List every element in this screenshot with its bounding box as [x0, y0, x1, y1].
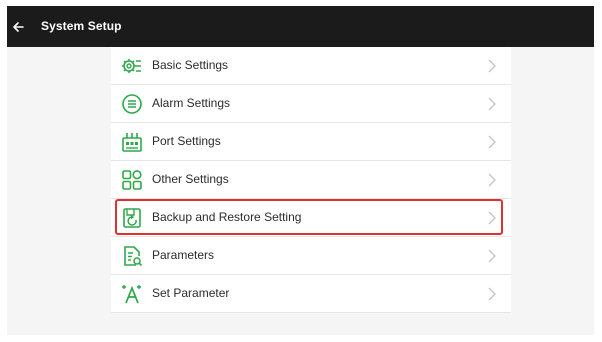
- menu-item-other-settings[interactable]: Other Settings: [111, 161, 511, 199]
- menu-item-label: Alarm Settings: [152, 96, 231, 110]
- magic-wand-icon: [121, 283, 143, 305]
- document-parameters-icon: [121, 245, 143, 267]
- menu-item-set-parameter[interactable]: Set Parameter: [111, 275, 511, 313]
- menu-item-label: Set Parameter: [152, 286, 230, 300]
- settings-menu: Basic Settings Alarm Settings Port Setti…: [111, 47, 511, 313]
- chevron-right-icon: [487, 59, 497, 73]
- menu-item-alarm-settings[interactable]: Alarm Settings: [111, 85, 511, 123]
- content-area: Basic Settings Alarm Settings Port Setti…: [7, 47, 594, 335]
- alarm-list-icon: [121, 93, 143, 115]
- back-button[interactable]: [7, 6, 29, 47]
- chevron-right-icon: [487, 287, 497, 301]
- menu-item-label: Other Settings: [152, 172, 229, 186]
- chevron-right-icon: [487, 211, 497, 225]
- backup-restore-icon: [121, 207, 143, 229]
- menu-item-label: Basic Settings: [152, 58, 229, 72]
- arrow-left-icon: [13, 21, 24, 32]
- grid-apps-icon: [121, 169, 143, 191]
- menu-item-parameters[interactable]: Parameters: [111, 237, 511, 275]
- app-header: System Setup: [7, 6, 594, 47]
- gear-settings-icon: [121, 55, 143, 77]
- chevron-right-icon: [487, 173, 497, 187]
- menu-item-port-settings[interactable]: Port Settings: [111, 123, 511, 161]
- menu-item-label: Parameters: [152, 248, 215, 262]
- port-icon: [121, 131, 143, 153]
- menu-item-backup-restore[interactable]: Backup and Restore Setting: [111, 199, 511, 237]
- page-title: System Setup: [41, 19, 122, 33]
- menu-item-label: Backup and Restore Setting: [152, 210, 302, 224]
- chevron-right-icon: [487, 249, 497, 263]
- menu-item-basic-settings[interactable]: Basic Settings: [111, 47, 511, 85]
- chevron-right-icon: [487, 97, 497, 111]
- menu-item-label: Port Settings: [152, 134, 221, 148]
- chevron-right-icon: [487, 135, 497, 149]
